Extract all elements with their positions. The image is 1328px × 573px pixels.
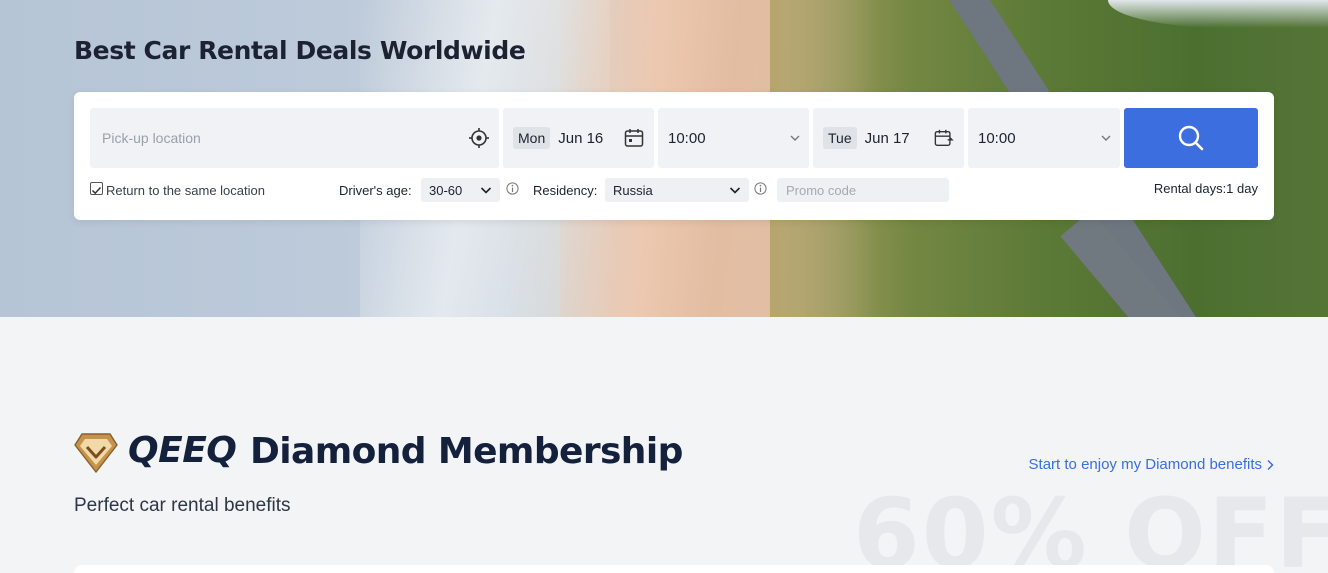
- promo-code-input[interactable]: [777, 178, 949, 202]
- chevron-right-icon: [1267, 459, 1274, 470]
- search-button[interactable]: [1124, 108, 1258, 168]
- rental-days: Rental days:1 day: [1153, 181, 1258, 196]
- info-icon[interactable]: [754, 182, 767, 195]
- dropoff-time-select[interactable]: 10:00: [968, 108, 1120, 168]
- page-title: Best Car Rental Deals Worldwide: [74, 36, 526, 65]
- pickup-date: Jun 16: [558, 129, 604, 147]
- drivers-age-select[interactable]: 30-60: [421, 178, 500, 202]
- calendar-icon: [624, 129, 644, 147]
- diamond-benefits-label: Start to enjoy my Diamond benefits: [1028, 456, 1262, 473]
- membership-subtitle: Perfect car rental benefits: [74, 495, 291, 516]
- membership-title: Diamond Membership: [250, 431, 683, 472]
- pickup-location-input[interactable]: [90, 130, 450, 146]
- diamond-benefits-link[interactable]: Start to enjoy my Diamond benefits: [1029, 456, 1274, 473]
- hero-river: [1108, 0, 1328, 28]
- diamond-badge-icon: [74, 433, 118, 474]
- chevron-down-icon: [790, 135, 800, 141]
- pickup-date-field[interactable]: Mon Jun 16: [503, 108, 654, 168]
- dropoff-date-field[interactable]: Tue Jun 17: [813, 108, 964, 168]
- chevron-down-icon: [480, 187, 492, 194]
- pickup-location-field[interactable]: [90, 108, 499, 168]
- drivers-age-label: Driver's age:: [339, 182, 412, 198]
- calendar-return-icon: [934, 129, 954, 146]
- pickup-time-select[interactable]: 10:00: [658, 108, 809, 168]
- chevron-down-icon: [729, 187, 741, 194]
- dropoff-time: 10:00: [978, 129, 1016, 147]
- drivers-age-value: 30-60: [429, 182, 463, 198]
- search-icon: [1178, 125, 1204, 151]
- pickup-weekday: Mon: [513, 127, 551, 149]
- discount-watermark: 60% OFF: [853, 478, 1328, 573]
- residency-select[interactable]: Russia: [605, 178, 749, 202]
- chevron-down-icon: [1101, 135, 1111, 141]
- same-location-checkbox[interactable]: [90, 182, 103, 195]
- same-location-label[interactable]: Return to the same location: [106, 178, 265, 202]
- residency-value: Russia: [613, 182, 653, 198]
- locate-me-icon[interactable]: [468, 127, 490, 149]
- search-panel: Mon Jun 16 10:00 Tue Jun 17 10:00: [74, 92, 1274, 220]
- dropoff-weekday: Tue: [823, 127, 857, 149]
- brand-logo-text: QEEQ: [128, 430, 237, 471]
- checkmark-icon: [91, 186, 102, 195]
- benefits-card: [74, 565, 1274, 573]
- pickup-time: 10:00: [668, 129, 706, 147]
- dropoff-date: Jun 17: [864, 129, 910, 147]
- info-icon[interactable]: [506, 182, 519, 195]
- residency-label: Residency:: [533, 182, 598, 198]
